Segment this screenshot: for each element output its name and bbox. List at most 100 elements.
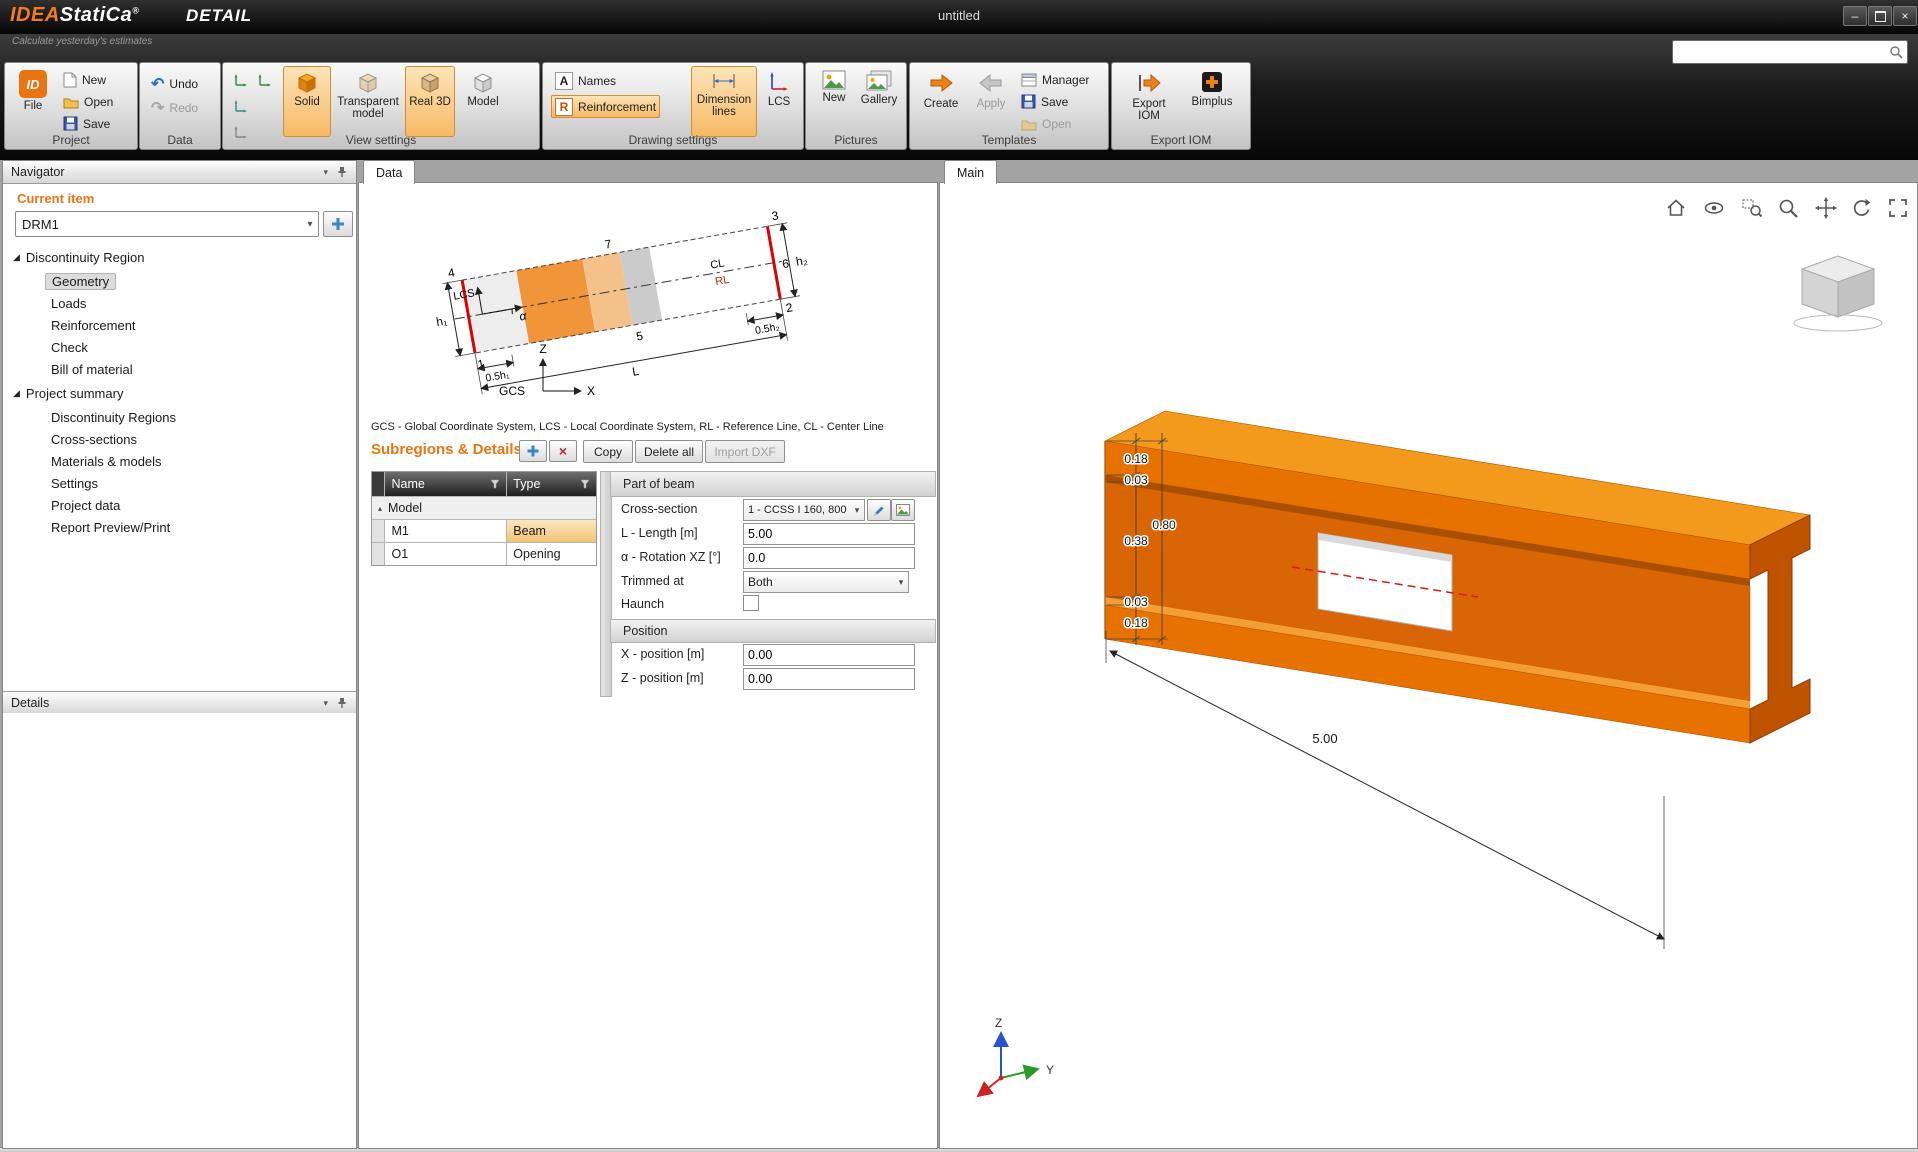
tree-item-project-data[interactable]: Project data	[51, 495, 120, 515]
search-input[interactable]	[1676, 42, 1886, 62]
gallery-button[interactable]: Gallery	[856, 66, 902, 137]
cross-section-picture-button[interactable]	[891, 499, 915, 521]
svg-text:L: L	[631, 364, 640, 379]
cell-name[interactable]: O1	[385, 543, 507, 565]
viewport-3d[interactable]: 0.18 0.03 0.38 0.80 0.03 0.18 5.00 Z Y	[940, 183, 1917, 1148]
haunch-checkbox[interactable]	[743, 595, 759, 611]
view-toggle-axes-1[interactable]	[229, 69, 251, 91]
details-pin-icon[interactable]	[336, 697, 348, 709]
row-marker	[372, 543, 385, 565]
maximize-button[interactable]	[1868, 6, 1892, 26]
delete-all-button[interactable]: Delete all	[635, 440, 703, 463]
svg-text:X: X	[587, 384, 595, 398]
rotate-button[interactable]	[1848, 195, 1876, 221]
main-3d-panel: 0.18 0.03 0.38 0.80 0.03 0.18 5.00 Z Y	[939, 182, 1918, 1149]
save-project-button[interactable]: Save	[59, 112, 114, 135]
table-row-m1[interactable]: M1 Beam	[372, 520, 596, 543]
svg-text:0.5h₁: 0.5h₁	[485, 368, 511, 384]
z-position-input[interactable]	[743, 668, 915, 690]
tree-group-discontinuity-region[interactable]: ◢Discontinuity Region	[13, 247, 144, 267]
lcs-axes-icon	[768, 70, 790, 94]
home-view-button[interactable]	[1662, 195, 1690, 221]
tab-data[interactable]: Data	[363, 160, 415, 184]
tree-item-report-preview-print[interactable]: Report Preview/Print	[51, 517, 170, 537]
template-save-button[interactable]: Save	[1017, 90, 1072, 113]
view-direction-button[interactable]	[1700, 195, 1728, 221]
tree-item-settings[interactable]: Settings	[51, 473, 98, 493]
tab-main[interactable]: Main	[944, 160, 997, 184]
tree-item-check[interactable]: Check	[51, 337, 88, 357]
model-toggle[interactable]: Model	[459, 66, 507, 137]
cell-type[interactable]: Opening	[507, 543, 596, 565]
undo-button[interactable]: ↶ Undo	[147, 72, 202, 95]
zoom-window-button[interactable]	[1738, 195, 1766, 221]
chevron-down-icon: ▾	[302, 219, 318, 230]
edit-cross-section-button[interactable]	[867, 499, 891, 521]
tree-group-project-summary[interactable]: ◢Project summary	[13, 383, 123, 403]
tree-item-discontinuity-regions[interactable]: Discontinuity Regions	[51, 407, 176, 427]
plus-icon	[331, 217, 345, 231]
tree-item-materials-models[interactable]: Materials & models	[51, 451, 162, 471]
rotation-input[interactable]	[743, 547, 915, 569]
file-button[interactable]: ID File	[11, 66, 55, 137]
transparent-model-toggle[interactable]: Transparent model	[335, 66, 401, 137]
axis-z-label: Z	[995, 1016, 1002, 1030]
delete-subregion-button[interactable]: ×	[549, 440, 577, 462]
tree-item-reinforcement[interactable]: Reinforcement	[51, 315, 136, 335]
open-project-button[interactable]: Open	[59, 90, 117, 113]
bimplus-button[interactable]: Bimplus	[1182, 66, 1242, 137]
tree-item-geometry[interactable]: Geometry	[45, 271, 116, 291]
names-toggle[interactable]: A Names	[551, 69, 620, 92]
export-iom-button[interactable]: Export IOM	[1119, 66, 1179, 137]
axes-triad	[978, 1033, 1038, 1096]
navigator-collapse-icon[interactable]: ▾	[323, 167, 328, 178]
import-dxf-button[interactable]: Import DXF	[705, 440, 785, 463]
details-collapse-icon[interactable]: ▾	[323, 698, 328, 709]
cross-section-select[interactable]: 1 - CCSS I 160, 800 ▾	[743, 499, 865, 521]
redo-button[interactable]: ↷ Redo	[147, 96, 202, 119]
reinforcement-toggle[interactable]: R Reinforcement	[551, 95, 660, 118]
add-region-button[interactable]	[323, 211, 353, 237]
current-item-combo[interactable]: DRM1 ▾	[15, 211, 319, 237]
x-position-input[interactable]	[743, 644, 915, 666]
copy-button[interactable]: Copy	[583, 440, 633, 463]
tree-item-loads[interactable]: Loads	[51, 293, 86, 313]
lcs-toggle[interactable]: LCS	[759, 66, 799, 137]
svg-text:4: 4	[447, 265, 456, 280]
apply-template-button[interactable]: Apply	[968, 66, 1014, 137]
cell-type[interactable]: Beam	[507, 520, 596, 542]
product-name: DETAIL	[186, 6, 252, 26]
table-group-row-model[interactable]: ▴ Model	[372, 497, 596, 520]
new-project-button[interactable]: New	[59, 68, 110, 91]
tree-item-cross-sections[interactable]: Cross-sections	[51, 429, 137, 449]
table-row-o1[interactable]: O1 Opening	[372, 543, 596, 565]
view-toggle-axes-2[interactable]	[253, 69, 275, 91]
picture-icon	[896, 504, 910, 516]
column-header-type[interactable]: Type	[507, 472, 596, 496]
view-toggle-axes-3[interactable]	[229, 95, 251, 117]
cell-name[interactable]: M1	[385, 520, 507, 542]
close-button[interactable]: ×	[1893, 6, 1917, 26]
new-picture-button[interactable]: New	[813, 66, 855, 137]
group-label-drawing: Drawing settings	[543, 133, 803, 147]
fit-view-button[interactable]	[1884, 195, 1912, 221]
dimension-lines-toggle[interactable]: Dimension lines	[691, 66, 757, 137]
template-manager-button[interactable]: Manager	[1017, 68, 1093, 91]
ribbon-group-data: ↶ Undo ↷ Redo Data	[139, 62, 221, 150]
pan-button[interactable]	[1812, 195, 1840, 221]
zoom-button[interactable]	[1774, 195, 1802, 221]
template-open-button[interactable]: Open	[1017, 112, 1075, 135]
add-subregion-button[interactable]	[519, 440, 547, 462]
solid-toggle[interactable]: Solid	[283, 66, 331, 137]
tree-item-bill-of-material[interactable]: Bill of material	[51, 359, 133, 379]
navigator-pin-icon[interactable]	[336, 166, 348, 178]
trimmed-at-select[interactable]: Both ▾	[743, 571, 909, 593]
minimize-button[interactable]: –	[1843, 6, 1867, 26]
real-3d-toggle[interactable]: Real 3D	[405, 66, 455, 137]
column-header-name[interactable]: Name	[385, 472, 507, 496]
create-template-button[interactable]: Create	[916, 66, 966, 137]
table-header-row: Name Type	[372, 472, 596, 497]
x-position-label: X - position [m]	[621, 647, 704, 661]
manager-icon	[1021, 73, 1037, 87]
length-input[interactable]	[743, 523, 915, 545]
